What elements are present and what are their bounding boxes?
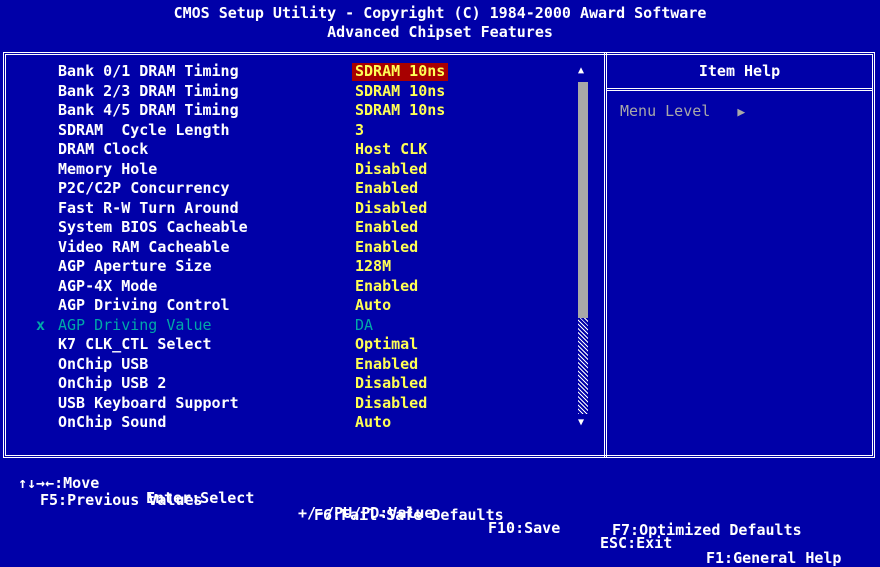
disabled-mark: x [36,315,46,334]
setting-row[interactable]: AGP Aperture Size 128M [0,257,600,276]
setting-label: Fast R-W Turn Around [58,198,239,217]
scroll-down-arrow-icon[interactable]: ▼ [578,418,588,428]
setting-value[interactable]: 128M [355,259,391,274]
setting-value[interactable]: SDRAM 10ns [355,103,445,118]
setting-label: OnChip USB 2 [58,374,167,392]
footer-row-2: F5:Previous Values F6:Fail-Safe Defaults… [0,478,880,538]
footer-help: F1:General Help [706,549,842,567]
setting-label: AGP Aperture Size [58,257,212,275]
menu-level-arrow-icon: ▶ [737,105,746,120]
scroll-up-arrow-icon[interactable]: ▲ [578,66,588,76]
setting-value[interactable]: Auto [355,298,391,313]
setting-row: x AGP Driving Value DA [0,316,600,335]
setting-value[interactable]: Host CLK [355,142,427,157]
setting-label: P2C/C2P Concurrency [58,179,230,197]
setting-label: OnChip Sound [58,413,167,431]
menu-level: Menu Level ▶ [620,102,746,120]
setting-row[interactable]: USB Keyboard Support Disabled [0,394,600,413]
setting-label: Bank 2/3 DRAM Timing [58,81,239,100]
setting-label: USB Keyboard Support [58,393,239,412]
setting-value[interactable]: Disabled [355,161,427,177]
footer-previous: F5:Previous Values [40,491,203,509]
setting-value[interactable]: SDRAM 10ns [355,83,445,99]
setting-value[interactable]: Enabled [355,356,418,372]
setting-row[interactable]: Memory Hole Disabled [0,160,600,179]
setting-row[interactable]: AGP-4X Mode Enabled [0,277,600,296]
setting-label: Bank 0/1 DRAM Timing [58,62,239,80]
help-separator [607,88,872,91]
setting-row[interactable]: OnChip Sound Auto [0,413,600,432]
setting-label: SDRAM Cycle Length [58,120,230,139]
setting-row[interactable]: Bank 2/3 DRAM Timing SDRAM 10ns [0,82,600,101]
setting-label: AGP Driving Control [58,296,230,314]
setting-value[interactable]: SDRAM 10ns [352,63,449,81]
setting-value[interactable]: Disabled [355,395,427,411]
setting-label: AGP Driving Value [58,315,212,334]
setting-value[interactable]: Enabled [355,181,418,196]
scrollbar-thumb[interactable] [578,82,588,318]
setting-row[interactable]: K7 CLK_CTL Select Optimal [0,335,600,354]
menu-level-label: Menu Level [620,102,711,120]
setting-row[interactable]: Bank 0/1 DRAM Timing SDRAM 10ns [0,62,600,81]
setting-label: DRAM Clock [58,140,149,158]
setting-row[interactable]: Video RAM Cacheable Enabled [0,238,600,257]
setting-label: System BIOS Cacheable [58,218,248,236]
setting-label: Memory Hole [58,159,158,178]
footer-exit: ESC:Exit [600,534,673,552]
setting-label: K7 CLK_CTL Select [58,335,212,353]
setting-row[interactable]: P2C/C2P Concurrency Enabled [0,179,600,198]
footer-failsafe: F6:Fail-Safe Defaults [314,506,504,524]
setting-row[interactable]: AGP Driving Control Auto [0,296,600,315]
setting-value[interactable]: Enabled [355,239,418,255]
setting-row[interactable]: SDRAM Cycle Length 3 [0,121,600,140]
header-title: CMOS Setup Utility - Copyright (C) 1984-… [173,4,707,22]
setting-value: DA [355,315,374,334]
setting-value[interactable]: Enabled [355,278,418,294]
setting-value[interactable]: Disabled [355,200,427,216]
setting-value[interactable]: Optimal [355,337,418,352]
setting-row[interactable]: Bank 4/5 DRAM Timing SDRAM 10ns [0,101,600,120]
setting-row[interactable]: Fast R-W Turn Around Disabled [0,199,600,218]
item-help-title: Item Help [698,62,781,80]
panel-divider [604,52,607,458]
footer-optimized: F7:Optimized Defaults [612,521,802,539]
setting-value[interactable]: 3 [355,122,364,138]
setting-row[interactable]: OnChip USB 2 Disabled [0,374,600,393]
setting-label: AGP-4X Mode [58,276,158,295]
setting-row[interactable]: System BIOS Cacheable Enabled [0,218,600,237]
header-subtitle: Advanced Chipset Features [327,23,553,41]
setting-value[interactable]: Enabled [355,220,418,235]
setting-value[interactable]: Disabled [355,376,427,391]
setting-label: Video RAM Cacheable [58,237,230,256]
setting-row[interactable]: OnChip USB Enabled [0,355,600,374]
setting-value[interactable]: Auto [355,415,391,430]
setting-label: Bank 4/5 DRAM Timing [58,101,239,119]
setting-label: OnChip USB [58,354,149,373]
setting-row[interactable]: DRAM Clock Host CLK [0,140,600,159]
